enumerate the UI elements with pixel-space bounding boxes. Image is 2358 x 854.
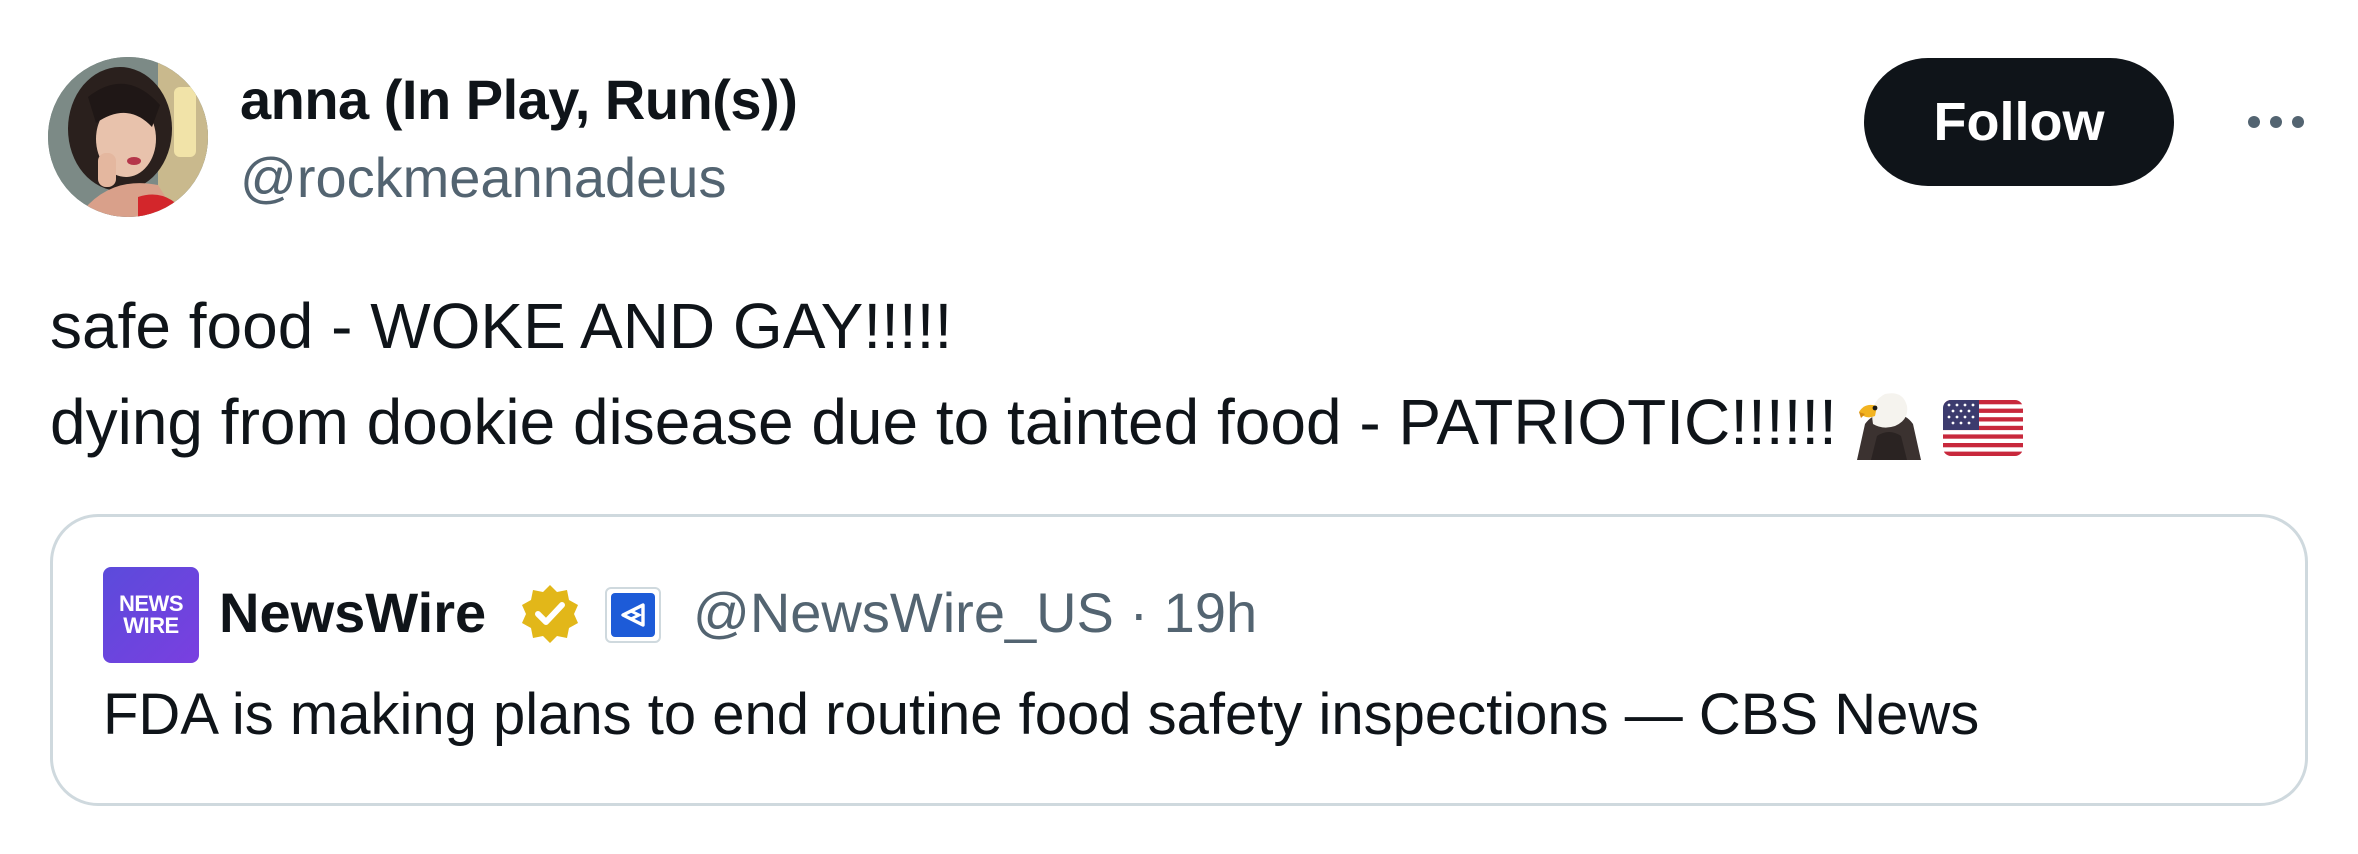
- quoted-display-name[interactable]: NewsWire: [219, 577, 486, 649]
- verified-badge-icon: [519, 583, 581, 645]
- tweet-text: safe food - WOKE AND GAY!!!!! dying from…: [50, 278, 2310, 486]
- logo-text-line-1: NEWS: [119, 591, 184, 616]
- author-handle[interactable]: @rockmeannadeus: [240, 142, 726, 214]
- newswire-logo[interactable]: NEWS WIRE: [103, 567, 199, 663]
- us-flag-emoji: [1941, 390, 2025, 486]
- avatar[interactable]: [48, 57, 208, 217]
- affiliate-badge-icon: [605, 587, 661, 643]
- tweet-card: anna (In Play, Run(s)) @rockmeannadeus F…: [0, 0, 2358, 854]
- follow-button[interactable]: Follow: [1864, 58, 2174, 186]
- quoted-handle-and-time[interactable]: @NewsWire_US · 19h: [693, 577, 1257, 649]
- logo-text-line-2: WIRE: [123, 613, 179, 638]
- quoted-text: FDA is making plans to end routine food …: [103, 682, 1980, 747]
- tweet-line-2: dying from dookie disease due to tainted…: [50, 386, 1837, 458]
- quoted-tweet[interactable]: NEWS WIRE NewsWire @NewsWire_US · 19h FD…: [50, 514, 2308, 806]
- tweet-line-2-wrap: dying from dookie disease due to tainted…: [50, 374, 2310, 486]
- tweet-line-1: safe food - WOKE AND GAY!!!!!: [50, 290, 953, 362]
- more-horizontal-icon[interactable]: [2244, 102, 2308, 142]
- author-display-name[interactable]: anna (In Play, Run(s)): [240, 64, 798, 136]
- eagle-emoji: [1851, 384, 1927, 486]
